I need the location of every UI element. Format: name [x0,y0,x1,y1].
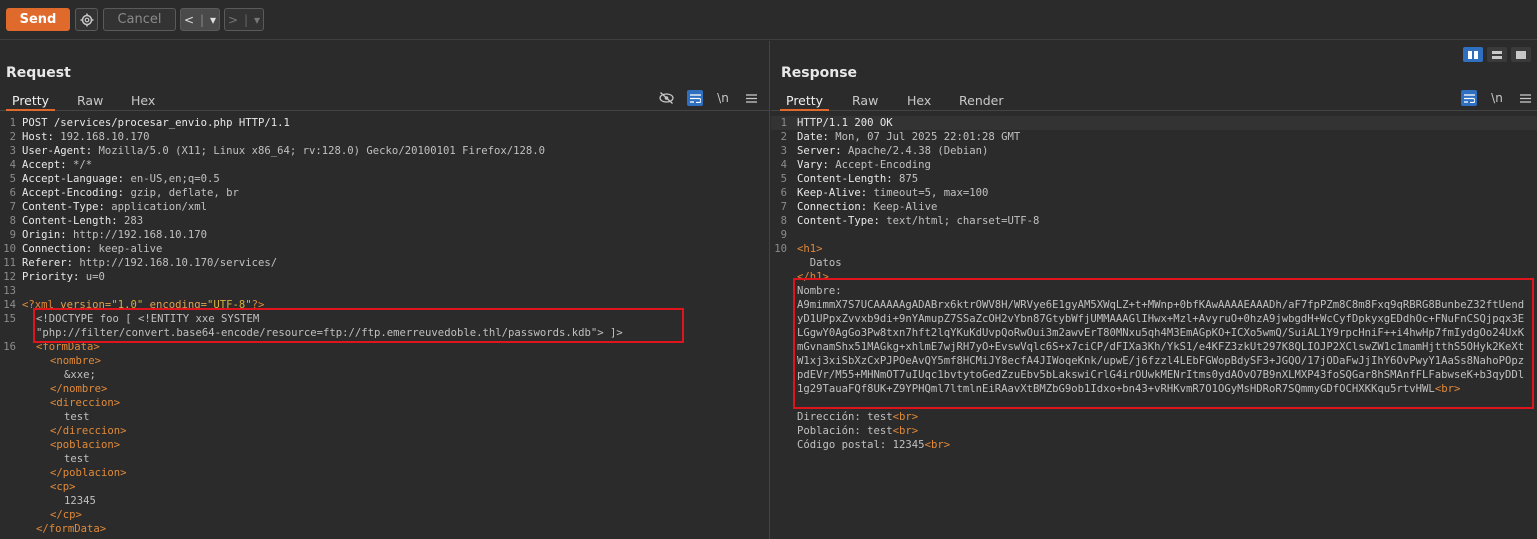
code-line: 10 Connection: keep-alive [3,243,163,255]
back-dropdown-icon[interactable]: ▾ [210,13,216,27]
code-line: &xxe; [64,369,96,381]
toolbar: Send Cancel < | ▾ > | ▾ [0,0,1537,40]
code-line: </poblacion> [50,467,127,479]
newline-icon[interactable]: \n [715,90,731,106]
code-line: 4 Accept: */* [9,159,93,171]
code-line: 9 Origin: http://192.168.10.170 [9,229,207,241]
response-tab-hex[interactable]: Hex [901,91,937,111]
request-tab-hex[interactable]: Hex [125,91,161,111]
response-tab-raw[interactable]: Raw [846,91,884,111]
request-editor[interactable]: 1 POST /services/procesar_envio.php HTTP/… [0,114,769,539]
code-line: 5 Content-Length: 875 [780,173,919,185]
layout-side-by-side-icon[interactable] [1463,47,1483,62]
request-tab-raw[interactable]: Raw [71,91,109,111]
wrap-lines-icon[interactable] [687,90,703,106]
code-line: </formData> [36,523,107,535]
code-line: 2 Host: 192.168.10.170 [9,131,150,143]
code-line: <nombre> [50,355,102,367]
request-title: Request [6,65,71,81]
code-line: 7 Connection: Keep-Alive [780,201,938,213]
code-line: Datos [797,257,842,269]
code-line: Código postal: 12345<br> [797,439,951,451]
code-line: 8 Content-Type: text/html; charset=UTF-8 [780,215,1040,227]
code-line: 5 Accept-Language: en-US,en;q=0.5 [9,173,220,185]
code-line: <cp> [50,481,76,493]
code-line: 4 Vary: Accept-Encoding [780,159,931,171]
history-back-button[interactable]: < | ▾ [180,8,220,31]
code-line: 11 Referer: http://192.168.10.170/service… [3,257,278,269]
code-line: Dirección: test<br> [797,411,919,423]
code-line: 12345 [64,495,96,507]
send-button[interactable]: Send [6,8,70,31]
request-tab-pretty[interactable]: Pretty [6,91,56,111]
code-line: 10 <h1> [774,243,823,255]
back-arrow-icon: < [183,12,195,27]
code-line: 6 Accept-Encoding: gzip, deflate, br [9,187,239,199]
request-panel: Request Pretty Raw Hex \n 1 POST /service… [0,41,770,539]
response-tab-pretty[interactable]: Pretty [780,91,830,111]
code-line: 1 POST /services/procesar_envio.php HTTP/… [9,117,290,129]
layout-stacked-icon[interactable] [1487,47,1507,62]
forward-dropdown-icon[interactable]: ▾ [254,13,260,27]
layout-tabs-icon[interactable] [1511,47,1531,62]
cancel-button[interactable]: Cancel [103,8,176,31]
menu-icon[interactable] [1517,90,1533,106]
wrap-lines-icon[interactable] [1461,90,1477,106]
code-line: 1 HTTP/1.1 200 OK [771,116,1537,130]
nombre-highlight-box [793,278,1534,409]
code-line: Población: test<br> [797,425,919,437]
doctype-highlight-box [33,308,684,343]
response-editor[interactable]: 1 HTTP/1.1 200 OK 2 Date: Mon, 07 Jul 2025… [771,114,1537,539]
code-line: 12 Priority: u=0 [3,271,105,283]
response-panel: Response Pretty Raw Hex Render \n 1 HTTP/… [771,41,1537,539]
newline-icon[interactable]: \n [1489,90,1505,106]
code-line: </direccion> [50,425,127,437]
eye-slash-icon[interactable] [658,90,674,106]
code-line: 7 Content-Type: application/xml [9,201,207,213]
settings-gear-icon[interactable] [75,8,98,31]
menu-icon[interactable] [743,90,759,106]
code-line: <poblacion> [50,439,121,451]
code-line: 3 User-Agent: Mozilla/5.0 (X11; Linux x86… [9,145,546,157]
code-line: 9 [780,229,787,241]
response-tab-render[interactable]: Render [953,91,1010,111]
layout-switcher [1463,47,1531,62]
code-line: <direccion> [50,397,121,409]
code-line: 3 Server: Apache/2.4.38 (Debian) [780,145,989,157]
response-title: Response [781,65,858,81]
code-line: 2 Date: Mon, 07 Jul 2025 22:01:28 GMT [780,131,1021,143]
response-tabs: Pretty Raw Hex Render [771,91,1537,111]
code-line: </nombre> [50,383,108,395]
code-line: </cp> [50,509,82,521]
forward-arrow-icon: > [227,12,239,27]
code-line: test [64,453,90,465]
code-line: test [64,411,90,423]
code-line: 6 Keep-Alive: timeout=5, max=100 [780,187,989,199]
request-tabs: Pretty Raw Hex [0,91,769,111]
history-forward-button[interactable]: > | ▾ [224,8,264,31]
code-line: 8 Content-Length: 283 [9,215,144,227]
code-line: 13 [3,285,16,297]
